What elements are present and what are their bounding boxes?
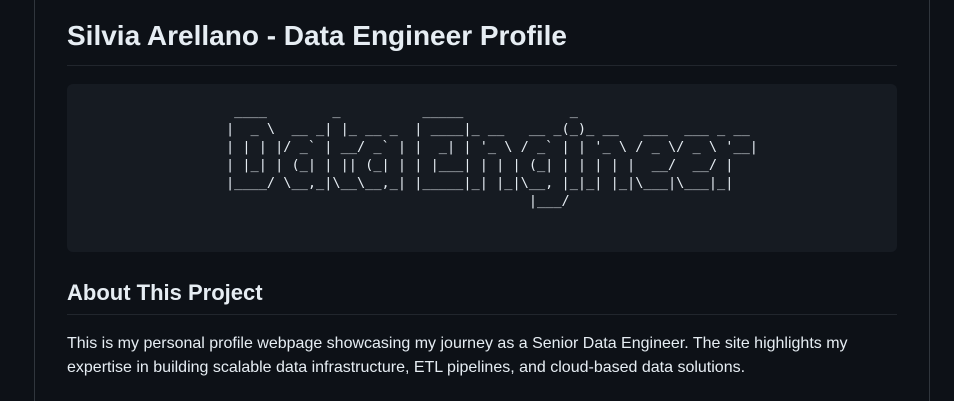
about-heading: About This Project — [67, 278, 897, 315]
ascii-banner: ____ _ _____ _ | _ \ __ _| |_ __ _ | ___… — [226, 103, 758, 209]
about-text: This is my personal profile webpage show… — [67, 335, 848, 376]
profile-page: Silvia Arellano - Data Engineer Profile … — [34, 0, 930, 401]
ascii-banner-block: ____ _ _____ _ | _ \ __ _| |_ __ _ | ___… — [67, 84, 897, 252]
page-title: Silvia Arellano - Data Engineer Profile — [67, 16, 897, 66]
